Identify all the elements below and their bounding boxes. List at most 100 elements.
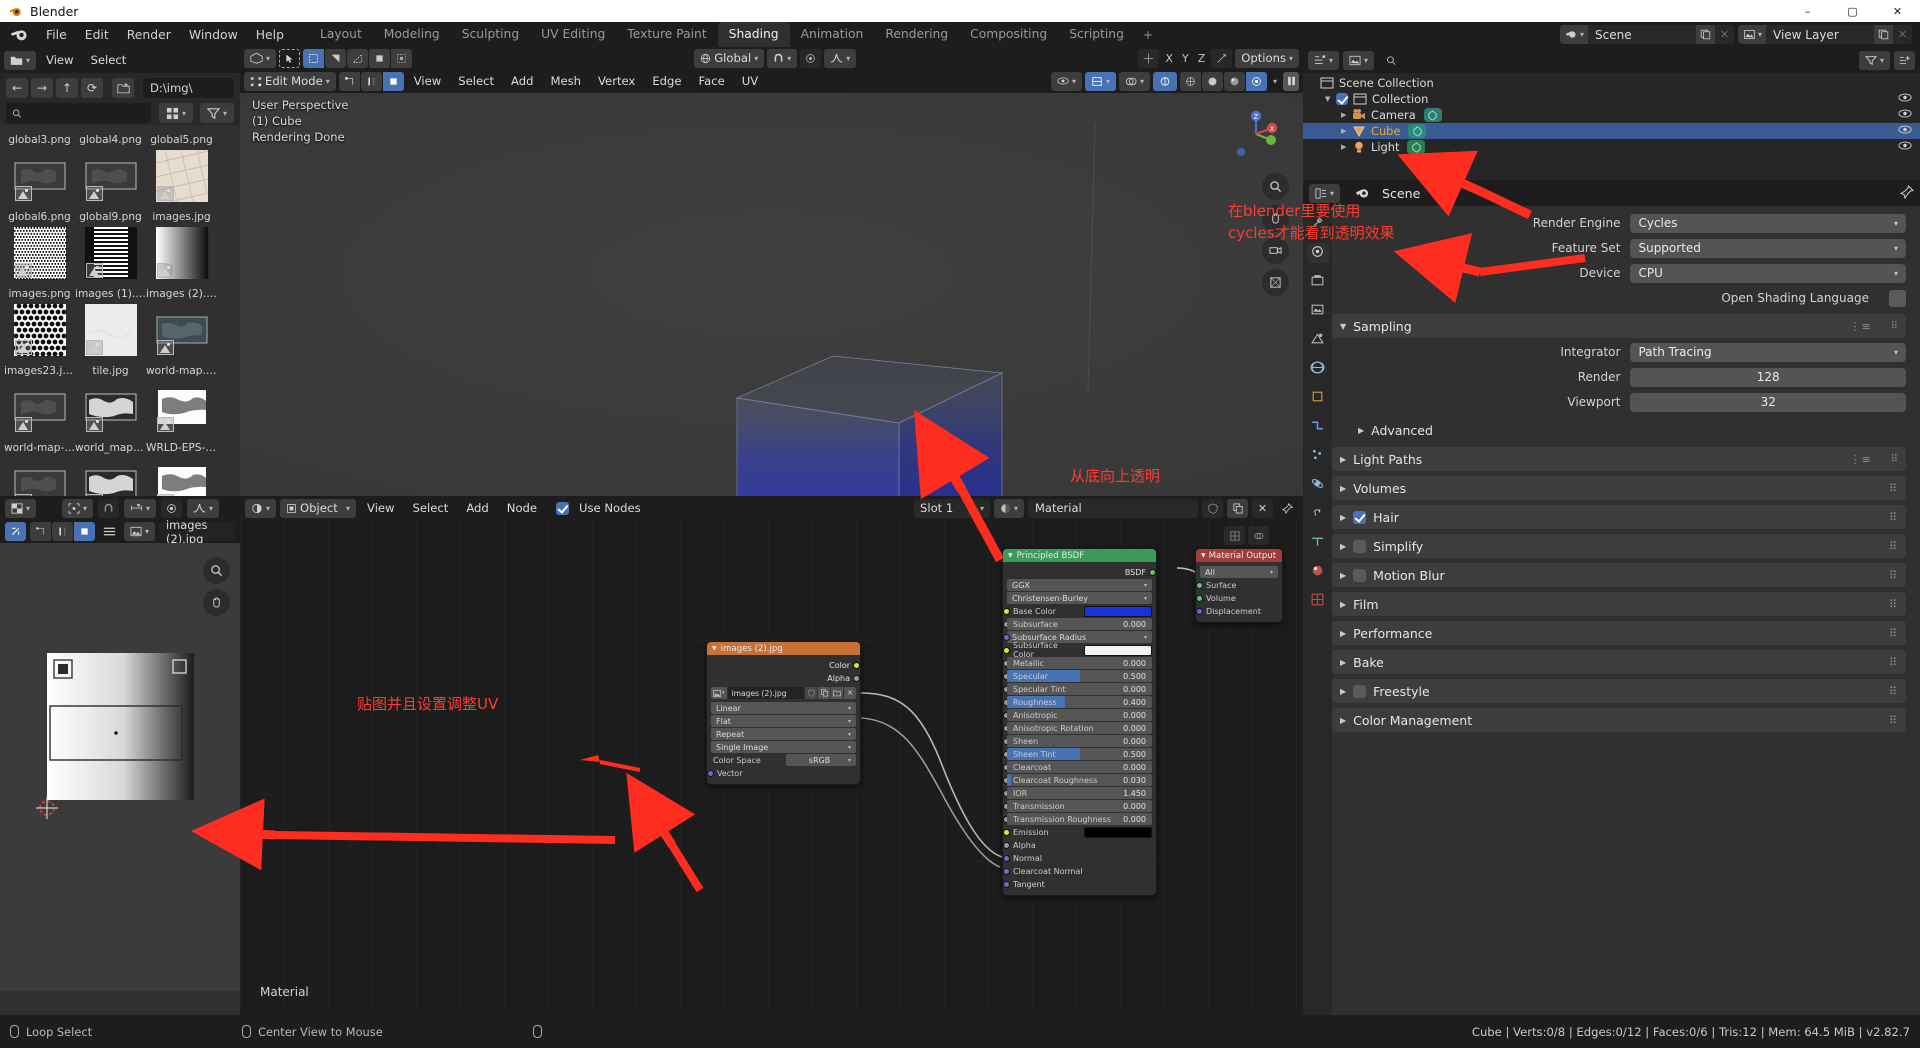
face-select-icon[interactable] (74, 522, 95, 541)
slider[interactable]: Clearcoat 0.000 (1007, 761, 1152, 773)
menu-render[interactable]: Render (118, 24, 180, 45)
node-material-output[interactable]: ▼ Material Output All ▾ Surface Volume D… (1195, 548, 1283, 623)
socket-surface-in[interactable] (1196, 582, 1203, 589)
interaction-mode-selector[interactable]: Edit Mode ▾ (244, 71, 336, 91)
zoom-nav-icon[interactable] (1262, 173, 1289, 200)
node-output-bsdf[interactable]: BSDF (1007, 566, 1156, 578)
proportional-edit-icon[interactable] (800, 48, 822, 68)
bsdf-prop-anisotropic[interactable]: Anisotropic 0.000 (1003, 709, 1152, 721)
uv-editor-type-selector[interactable]: ▾ (5, 498, 37, 518)
slider[interactable]: Transmission Roughness 0.000 (1007, 813, 1152, 825)
menu-help[interactable]: Help (247, 24, 293, 45)
freestyle-checkbox[interactable] (1353, 684, 1367, 698)
bsdf-prop-specular-tint[interactable]: Specular Tint 0.000 (1003, 683, 1152, 695)
bsdf-prop-roughness[interactable]: Roughness 0.400 (1003, 696, 1152, 708)
file-select-menu[interactable]: Select (84, 51, 134, 70)
bsdf-prop-subsurface[interactable]: Subsurface 0.000 (1003, 618, 1152, 630)
rendered-shading-icon[interactable] (1245, 71, 1267, 91)
properties-tab-viewlayer[interactable] (1307, 301, 1329, 321)
socket-tangent[interactable] (1003, 881, 1010, 888)
bsdf-prop-tangent[interactable]: Tangent (1003, 878, 1152, 890)
expand-arrow-icon[interactable]: ▶ (1340, 484, 1346, 493)
bsdf-prop-ior[interactable]: IOR 1.450 (1003, 787, 1152, 799)
axis-label-y[interactable]: Y (1179, 52, 1192, 65)
slider[interactable]: Specular 0.500 (1007, 670, 1152, 682)
bsdf-prop-clearcoat[interactable]: Clearcoat 0.000 (1003, 761, 1152, 773)
distribution-dropdown[interactable]: GGX ▾ (1007, 579, 1152, 591)
filter-icon[interactable]: ▾ (200, 103, 234, 123)
slider[interactable]: Sheen 0.000 (1007, 735, 1152, 747)
image-browse-icon[interactable]: ▾ (711, 687, 727, 699)
pause-render-icon[interactable] (1283, 71, 1299, 91)
node-output-alpha[interactable]: Alpha (711, 672, 860, 684)
bsdf-prop-subsurface-color[interactable]: Subsurface Color (1003, 641, 1152, 659)
xray-toggle-icon[interactable]: ▾ (1084, 71, 1116, 91)
workspace-tab-texture-paint[interactable]: Texture Paint (616, 22, 717, 47)
bsdf-prop-metallic[interactable]: Metallic 0.000 (1003, 657, 1152, 669)
uv-canvas[interactable] (0, 543, 240, 991)
expand-arrow-icon[interactable]: ▶ (1340, 513, 1346, 522)
shader-type-selector[interactable]: Object ▾ (280, 498, 357, 518)
viewport-face-menu[interactable]: Face (692, 72, 732, 91)
open-folder-icon[interactable] (831, 687, 843, 699)
select-extend-icon[interactable] (325, 48, 347, 68)
outliner-row-scene-collection[interactable]: Scene Collection (1303, 75, 1920, 91)
use-nodes-checkbox[interactable] (556, 501, 570, 515)
outliner-search-box[interactable] (1378, 50, 1623, 70)
properties-tab-material[interactable] (1307, 562, 1329, 582)
refresh-icon[interactable]: ⟳ (81, 78, 103, 98)
socket-emission[interactable] (1003, 829, 1010, 836)
wireframe-shading-icon[interactable] (1179, 71, 1201, 91)
viewport-edge-menu[interactable]: Edge (645, 72, 688, 91)
minimize-button[interactable]: – (1785, 0, 1830, 22)
viewport-editor-type-selector[interactable]: ▾ (244, 48, 277, 68)
file-item[interactable]: global3.png (4, 131, 75, 208)
bsdf-prop-base-color[interactable]: Base Color (1003, 605, 1152, 617)
expand-arrow-icon[interactable]: ▶ (1341, 127, 1352, 135)
bsdf-prop-transmission-roughness[interactable]: Transmission Roughness 0.000 (1003, 813, 1152, 825)
shield-icon[interactable] (805, 687, 817, 699)
socket-displacement-in[interactable] (1196, 608, 1203, 615)
bsdf-prop-sheen-tint[interactable]: Sheen Tint 0.500 (1003, 748, 1152, 760)
section-simplify[interactable]: ▶ Simplify ⠿ (1332, 534, 1906, 558)
bsdf-prop-anisotropic-rotation[interactable]: Anisotropic Rotation 0.000 (1003, 722, 1152, 734)
integrator-dropdown[interactable]: Path Tracing ▾ (1630, 342, 1906, 362)
file-item[interactable]: global5.png (146, 131, 217, 208)
section-color-management[interactable]: ▶ Color Management ⠿ (1332, 708, 1906, 732)
target-dropdown[interactable]: All ▾ (1200, 566, 1278, 578)
menu-file[interactable]: File (37, 24, 76, 45)
socket-subsurface-radius[interactable] (1003, 634, 1010, 641)
socket-bsdf-out[interactable] (1149, 569, 1156, 576)
edge-select-icon[interactable] (52, 522, 73, 541)
viewport-options-button[interactable]: Options ▾ (1235, 48, 1299, 68)
viewport-uv-menu[interactable]: UV (735, 72, 765, 91)
node-add-menu[interactable]: Add (459, 499, 495, 518)
gizmo-display-icon[interactable] (1138, 48, 1160, 68)
properties-tab-constraints[interactable] (1307, 504, 1329, 524)
collection-checkbox[interactable] (1336, 93, 1348, 105)
interpolation-dropdown[interactable]: Linear ▾ (711, 702, 856, 714)
socket-color-out[interactable] (853, 662, 860, 669)
node-input-displacement[interactable]: Displacement (1196, 605, 1278, 617)
properties-tab-render[interactable] (1306, 243, 1329, 263)
uv-image-name[interactable]: images (2).jpg (159, 518, 235, 546)
falloff-curve-icon[interactable]: ▾ (187, 498, 220, 518)
node-input-surface[interactable]: Surface (1196, 579, 1278, 591)
file-item[interactable]: images.jpg (146, 208, 217, 285)
file-item[interactable]: global9.png (75, 208, 146, 285)
slider[interactable]: Roughness 0.400 (1007, 696, 1152, 708)
slider[interactable]: IOR 1.450 (1007, 787, 1152, 799)
node-header[interactable]: ▼ Principled BSDF (1003, 549, 1156, 562)
outliner-search-input[interactable] (1401, 53, 1615, 67)
node-view-menu[interactable]: View (360, 499, 402, 518)
workspace-tab-sculpting[interactable]: Sculpting (451, 22, 530, 47)
display-mode-icon[interactable]: ▾ (159, 103, 193, 123)
solid-shading-icon[interactable] (1201, 71, 1223, 91)
file-item[interactable]: world_map_P... (75, 439, 146, 496)
visibility-eye-icon[interactable] (1898, 140, 1912, 154)
section-light-paths[interactable]: ▶ Light Paths ⋮≡ ⠿ (1332, 447, 1906, 471)
snapping-toggle[interactable]: ▾ (767, 48, 798, 68)
properties-tab-data[interactable] (1307, 533, 1329, 553)
workspace-tab-uv-editing[interactable]: UV Editing (530, 22, 616, 47)
new-folder-icon[interactable] (112, 78, 134, 98)
